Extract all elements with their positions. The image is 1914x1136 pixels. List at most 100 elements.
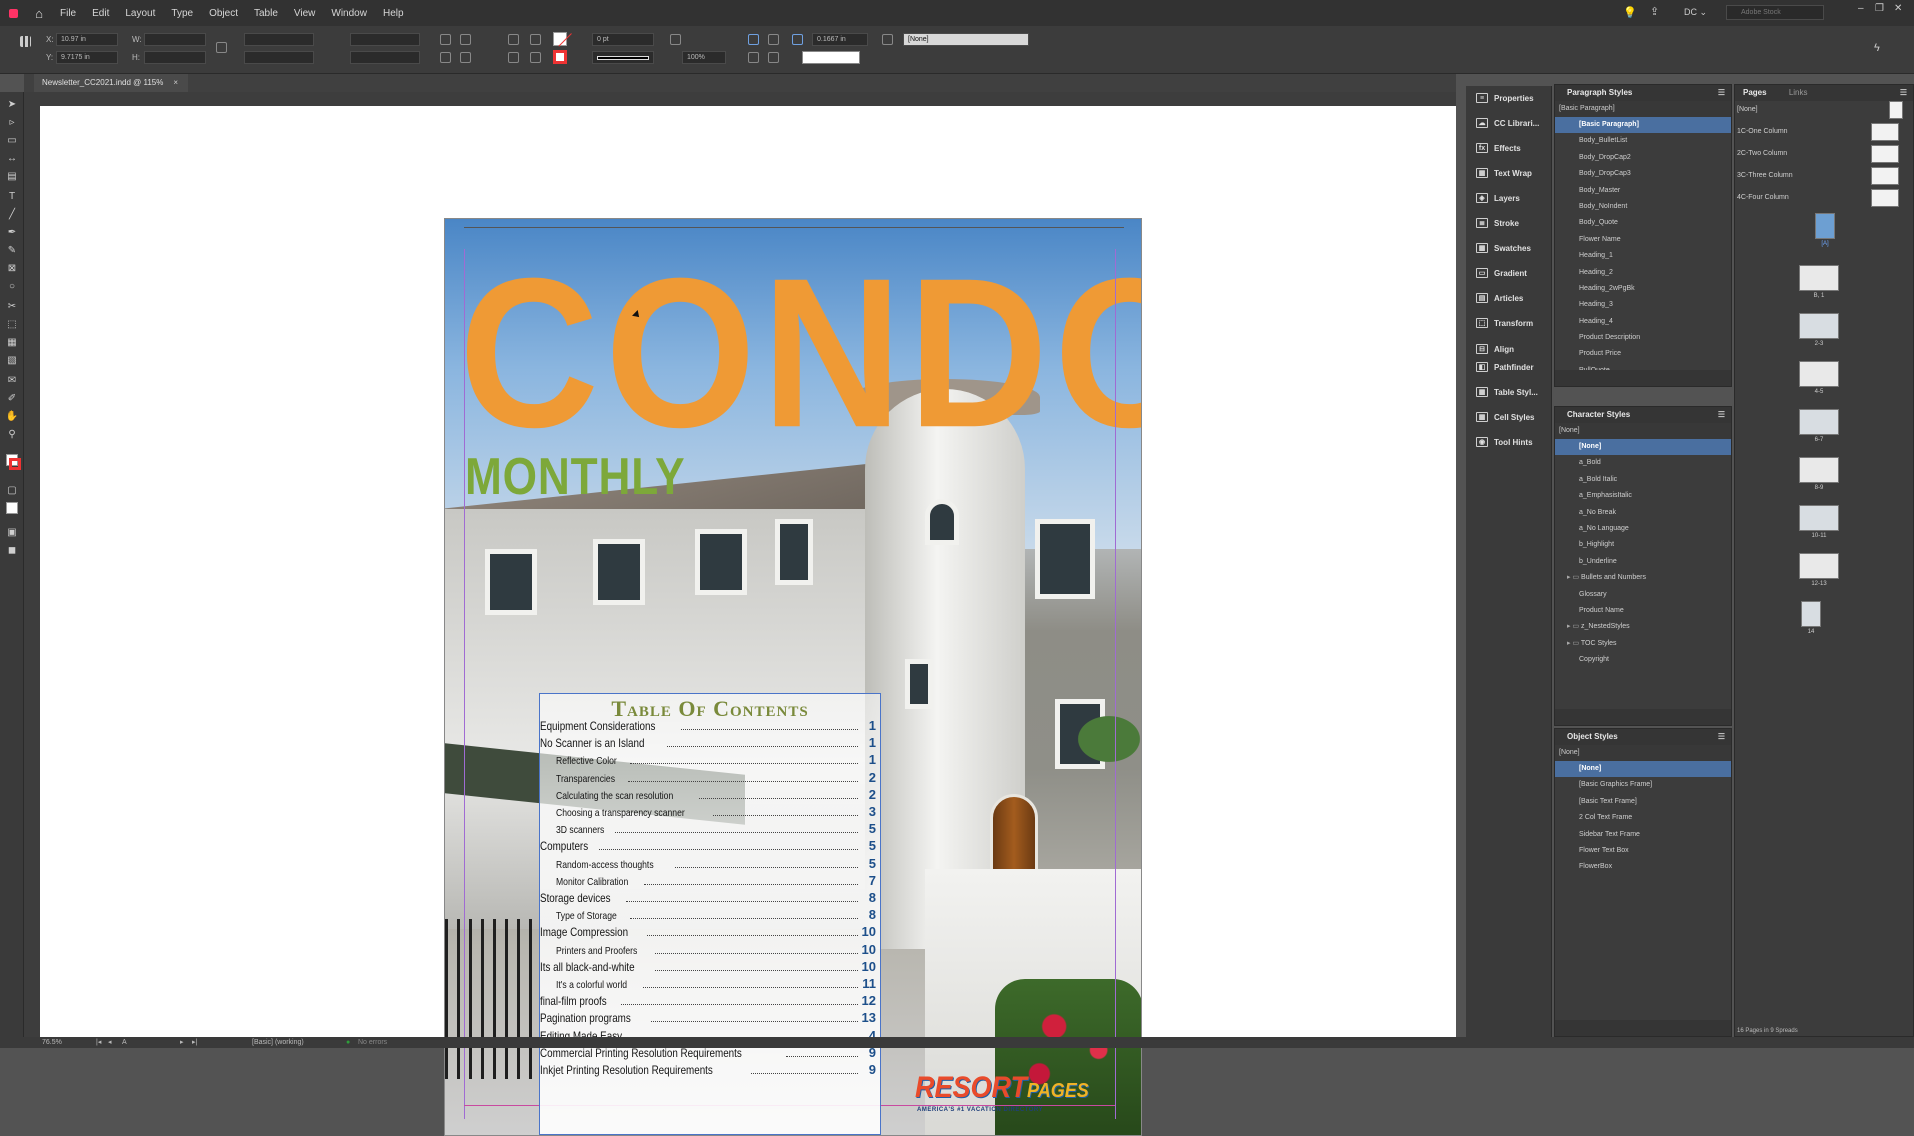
character-style-item[interactable]: b_Underline [1555, 554, 1731, 570]
character-styles-header[interactable]: Character Styles ☰ [1555, 407, 1731, 423]
gradient-tool-icon[interactable]: ▦ [6, 336, 18, 348]
rotate-cw-icon[interactable] [440, 34, 451, 45]
x-field[interactable]: 10.97 in [56, 33, 118, 46]
dock-layers[interactable]: ◈ Layers [1466, 186, 1552, 210]
page-thumbnail[interactable] [1799, 553, 1839, 579]
frame-fitting-icon[interactable] [882, 34, 893, 45]
page-thumbnail[interactable] [1799, 313, 1839, 339]
scale-x-field[interactable] [244, 33, 314, 46]
page-thumbnail[interactable] [1815, 213, 1835, 239]
line-tool-icon[interactable]: ╱ [6, 208, 18, 220]
close-tab-icon[interactable]: × [173, 78, 178, 87]
paragraph-style-item[interactable]: Heading_2 [1555, 265, 1731, 281]
constrain-proportions-icon[interactable] [216, 42, 227, 53]
reference-point-icon[interactable] [20, 36, 31, 47]
note-tool-icon[interactable]: ✉ [6, 374, 18, 386]
drop-shadow-icon[interactable] [670, 34, 681, 45]
character-style-item[interactable]: a_No Language [1555, 521, 1731, 537]
rectangle-frame-tool-icon[interactable]: ⊠ [6, 262, 18, 274]
opacity-field[interactable]: 100% [682, 51, 726, 64]
auto-fit-icon[interactable] [792, 34, 803, 45]
character-style-item[interactable]: a_Bold [1555, 455, 1731, 471]
select-previous-icon[interactable] [508, 52, 519, 63]
dock-effects[interactable]: fx Effects [1466, 136, 1552, 160]
toc-text-frame[interactable]: Table Of Contents Equipment Consideratio… [539, 693, 881, 1135]
character-style-group[interactable]: TOC Styles [1555, 636, 1731, 652]
text-wrap-object-icon[interactable] [768, 34, 779, 45]
select-next-icon[interactable] [530, 52, 541, 63]
flip-horizontal-icon[interactable] [440, 52, 451, 63]
menu-type[interactable]: Type [163, 8, 201, 19]
page-thumbnail[interactable] [1799, 265, 1839, 291]
page-thumbnail[interactable] [1799, 457, 1839, 483]
paragraph-style-item[interactable]: Body_Quote [1555, 215, 1731, 231]
document-page[interactable]: CONDO MONTHLY Table Of Contents Equipmen… [444, 218, 1142, 1136]
master-page-item[interactable]: 4C-Four Column [1737, 189, 1913, 207]
page-thumbnail[interactable] [1799, 409, 1839, 435]
hand-tool-icon[interactable]: ✋ [6, 410, 18, 422]
eyedropper-tool-icon[interactable]: ✐ [6, 392, 18, 404]
dock-table-styl[interactable]: ▦ Table Styl... [1466, 380, 1552, 404]
gap-tool-icon[interactable]: ↔ [6, 152, 18, 164]
preflight-errors[interactable]: No errors [358, 1037, 387, 1048]
character-style-item[interactable]: Glossary [1555, 587, 1731, 603]
masthead-subtitle[interactable]: MONTHLY [465, 447, 685, 507]
restore-icon[interactable]: ❐ [1875, 3, 1884, 14]
paragraph-style-item[interactable]: Flower Name [1555, 232, 1731, 248]
paragraph-style-item[interactable]: Body_BulletList [1555, 133, 1731, 149]
free-transform-tool-icon[interactable]: ⬚ [6, 318, 18, 330]
character-style-item[interactable]: a_Bold Italic [1555, 472, 1731, 488]
shear-field[interactable] [350, 51, 420, 64]
lightning-icon[interactable]: ϟ [1874, 42, 1880, 54]
fit-frame-icon[interactable] [768, 52, 779, 63]
character-style-item[interactable]: [None] [1555, 439, 1731, 456]
gradient-feather-tool-icon[interactable]: ▧ [6, 354, 18, 366]
type-tool-icon[interactable]: T [6, 190, 18, 202]
page-tool-icon[interactable]: ▭ [6, 134, 18, 146]
menu-object[interactable]: Object [201, 8, 246, 19]
dock-properties[interactable]: ≡ Properties [1466, 86, 1552, 110]
object-style-item[interactable]: 2 Col Text Frame [1555, 810, 1731, 826]
scissors-tool-icon[interactable]: ✂ [6, 300, 18, 312]
w-field[interactable] [144, 33, 206, 46]
paragraph-style-item[interactable]: [Basic Paragraph] [1555, 117, 1731, 134]
menu-window[interactable]: Window [323, 8, 375, 19]
dock-cell-styles[interactable]: ▦ Cell Styles [1466, 405, 1552, 429]
master-page-item[interactable]: 2C-Two Column [1737, 145, 1913, 163]
offset-field[interactable]: 0.1667 in [812, 33, 868, 46]
close-window-icon[interactable]: ✕ [1894, 3, 1902, 14]
lightbulb-icon[interactable]: 💡 [1623, 6, 1637, 19]
paragraph-style-item[interactable]: Body_DropCap3 [1555, 166, 1731, 182]
paragraph-styles-header[interactable]: Paragraph Styles ☰ [1555, 85, 1731, 101]
prev-page-icon[interactable]: ◂ [108, 1037, 112, 1048]
dock-transform[interactable]: ⬚ Transform [1466, 311, 1552, 335]
last-page-icon[interactable]: ▸| [192, 1037, 197, 1048]
character-style-item[interactable]: Product Name [1555, 603, 1731, 619]
dock-gradient[interactable]: ▭ Gradient [1466, 261, 1552, 285]
zoom-level[interactable]: 76.5% [42, 1037, 62, 1048]
menu-layout[interactable]: Layout [117, 8, 163, 19]
master-page-item[interactable]: [None] [1737, 101, 1913, 119]
panel-menu-icon[interactable]: ☰ [1718, 407, 1725, 423]
character-style-group[interactable]: z_NestedStyles [1555, 619, 1731, 635]
rotate-ccw-icon[interactable] [460, 34, 471, 45]
text-wrap-icon[interactable] [748, 34, 759, 45]
home-icon[interactable]: ⌂ [26, 0, 52, 26]
stroke-swatch[interactable] [553, 50, 567, 64]
paragraph-style-item[interactable]: Body_Master [1555, 183, 1731, 199]
ellipse-tool-icon[interactable]: ○ [6, 280, 18, 292]
formatting-affects-container-icon[interactable]: ▢ [6, 484, 18, 496]
object-styles-header[interactable]: Object Styles ☰ [1555, 729, 1731, 745]
paragraph-style-item[interactable]: Heading_2wPgBk [1555, 281, 1731, 297]
paragraph-style-item[interactable]: Heading_3 [1555, 297, 1731, 313]
first-page-icon[interactable]: |◂ [96, 1037, 101, 1048]
page-thumbnail[interactable] [1799, 361, 1839, 387]
dock-swatches[interactable]: ▦ Swatches [1466, 236, 1552, 260]
dock-articles[interactable]: ▤ Articles [1466, 286, 1552, 310]
page-thumbnail[interactable] [1801, 601, 1821, 627]
select-content-icon[interactable] [530, 34, 541, 45]
menu-help[interactable]: Help [375, 8, 412, 19]
master-page-item[interactable]: 1C-One Column [1737, 123, 1913, 141]
character-style-item[interactable]: Copyright [1555, 652, 1731, 668]
pen-tool-icon[interactable]: ✒ [6, 226, 18, 238]
